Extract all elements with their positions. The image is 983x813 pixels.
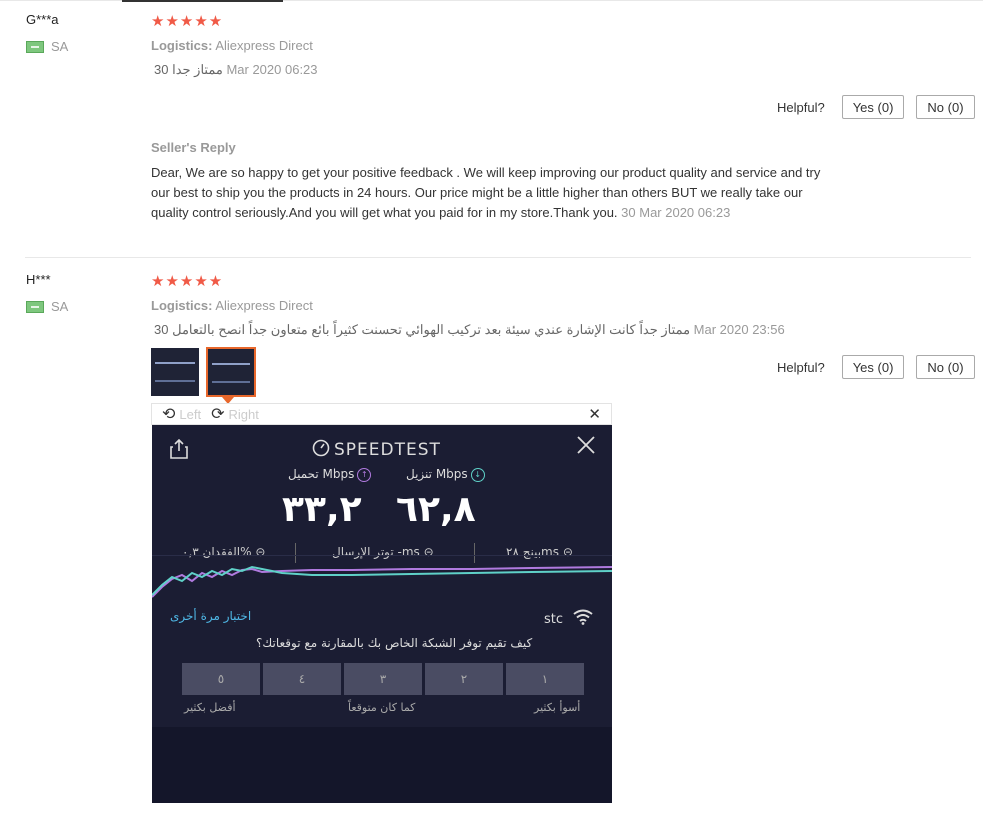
star-rating: ★★★★★ [151,13,224,30]
rating-option: ٥ [182,663,260,695]
upload-label-text: تحميل Mbps [288,467,355,481]
rating-option: ٤ [263,663,341,695]
scale-label-expected: كما كان متوقعاً [348,701,416,714]
review-divider [25,257,971,258]
flag-icon [26,300,44,313]
close-viewer-icon[interactable]: ✕ [588,405,601,423]
seller-reply-title: Seller's Reply [151,140,236,155]
country-code: SA [51,39,69,54]
reviewer-name: G***a [26,12,59,27]
thumbnail-detail [212,363,250,365]
download-label: تنزيل Mbps ↓ [406,467,488,482]
feedback-body: ممتاز جداً كانت الإشارة عندي سيئة بعد تر… [172,322,691,337]
thumbnail-detail [155,380,195,382]
seller-reply-date: 30 Mar 2020 06:23 [621,205,731,220]
upload-label: تحميل Mbps ↑ [288,467,374,482]
active-tab-indicator [122,0,283,2]
scale-label-best: أفضل بكثير [184,701,236,714]
rating-option: ٣ [344,663,422,695]
helpful-controls: Helpful? Yes (0) No (0) [777,95,975,119]
test-again-link: اختبار مرة أخرى [170,609,252,623]
feedback-text: 30 ممتاز جدا Mar 2020 06:23 [154,62,318,78]
feedback-text: 30 ممتاز جداً كانت الإشارة عندي سيئة بعد… [154,322,785,338]
speedtest-title-text: SPEEDTEST [334,440,441,460]
feedback-number: 30 [154,322,169,337]
image-viewer-toolbar: ⟲ Left ⟳ Right ✕ [151,403,612,425]
network-provider: stc [544,609,593,627]
rating-question: كيف تقيم توفر الشبكة الخاص بك بالمقارنة … [256,636,533,650]
review-photo-large: SPEEDTEST تحميل Mbps ↑ تنزيل Mbps ↓ ٣٣,٢ ٦… [152,425,612,803]
upload-icon: ↑ [357,467,372,482]
reviewer-country: SA [26,299,68,314]
thumbnail-detail [155,362,195,364]
star-rating: ★★★★★ [151,273,224,290]
feedback-date: Mar 2020 06:23 [226,62,318,77]
download-label-text: تنزيل Mbps [406,467,468,481]
speed-graph [152,565,612,598]
feedback-number: 30 [154,62,169,77]
phone-footer-area [152,727,612,803]
share-icon [170,438,188,464]
scale-label-worst: أسوأ بكثير [534,701,581,714]
rotate-right-icon[interactable]: ⟳ [211,404,224,424]
close-icon [576,435,596,461]
reviewer-name: H*** [26,272,51,287]
flag-icon [26,40,44,53]
feedback-body: ممتاز جدا [172,62,223,77]
upload-value: ٣٣,٢ [282,489,362,530]
download-icon: ↓ [470,467,485,482]
thumbnail-detail [212,381,250,383]
logistics-label: Logistics: [151,298,213,313]
country-code: SA [51,299,69,314]
helpful-controls: Helpful? Yes (0) No (0) [777,355,975,379]
logistics-info: Logistics: Aliexpress Direct [151,298,313,313]
helpful-label: Helpful? [777,359,825,375]
review-photo-thumbnail[interactable] [151,348,199,396]
logistics-value: Aliexpress Direct [215,38,313,53]
gauge-icon [312,439,330,457]
provider-name: stc [544,612,564,627]
rating-option: ٢ [425,663,503,695]
graph-baseline [152,555,612,556]
logistics-label: Logistics: [151,38,213,53]
helpful-label: Helpful? [777,99,825,115]
rotate-left-icon[interactable]: ⟲ [162,404,175,424]
wifi-icon [573,609,593,625]
rotate-left-label[interactable]: Left [179,407,201,422]
rating-option: ١ [506,663,584,695]
download-value: ٦٢,٨ [396,489,476,530]
feedback-date: Mar 2020 23:56 [693,322,785,337]
rotate-right-label[interactable]: Right [229,407,259,422]
review-photo-thumbnail-selected[interactable] [206,347,256,397]
helpful-yes-button[interactable]: Yes (0) [841,355,905,379]
logistics-value: Aliexpress Direct [215,298,313,313]
speedtest-title: SPEEDTEST [312,439,441,460]
reviewer-country: SA [26,39,68,54]
logistics-info: Logistics: Aliexpress Direct [151,38,313,53]
helpful-no-button[interactable]: No (0) [916,355,975,379]
helpful-yes-button[interactable]: Yes (0) [841,95,905,119]
seller-reply: Dear, We are so happy to get your positi… [151,163,831,223]
helpful-no-button[interactable]: No (0) [916,95,975,119]
